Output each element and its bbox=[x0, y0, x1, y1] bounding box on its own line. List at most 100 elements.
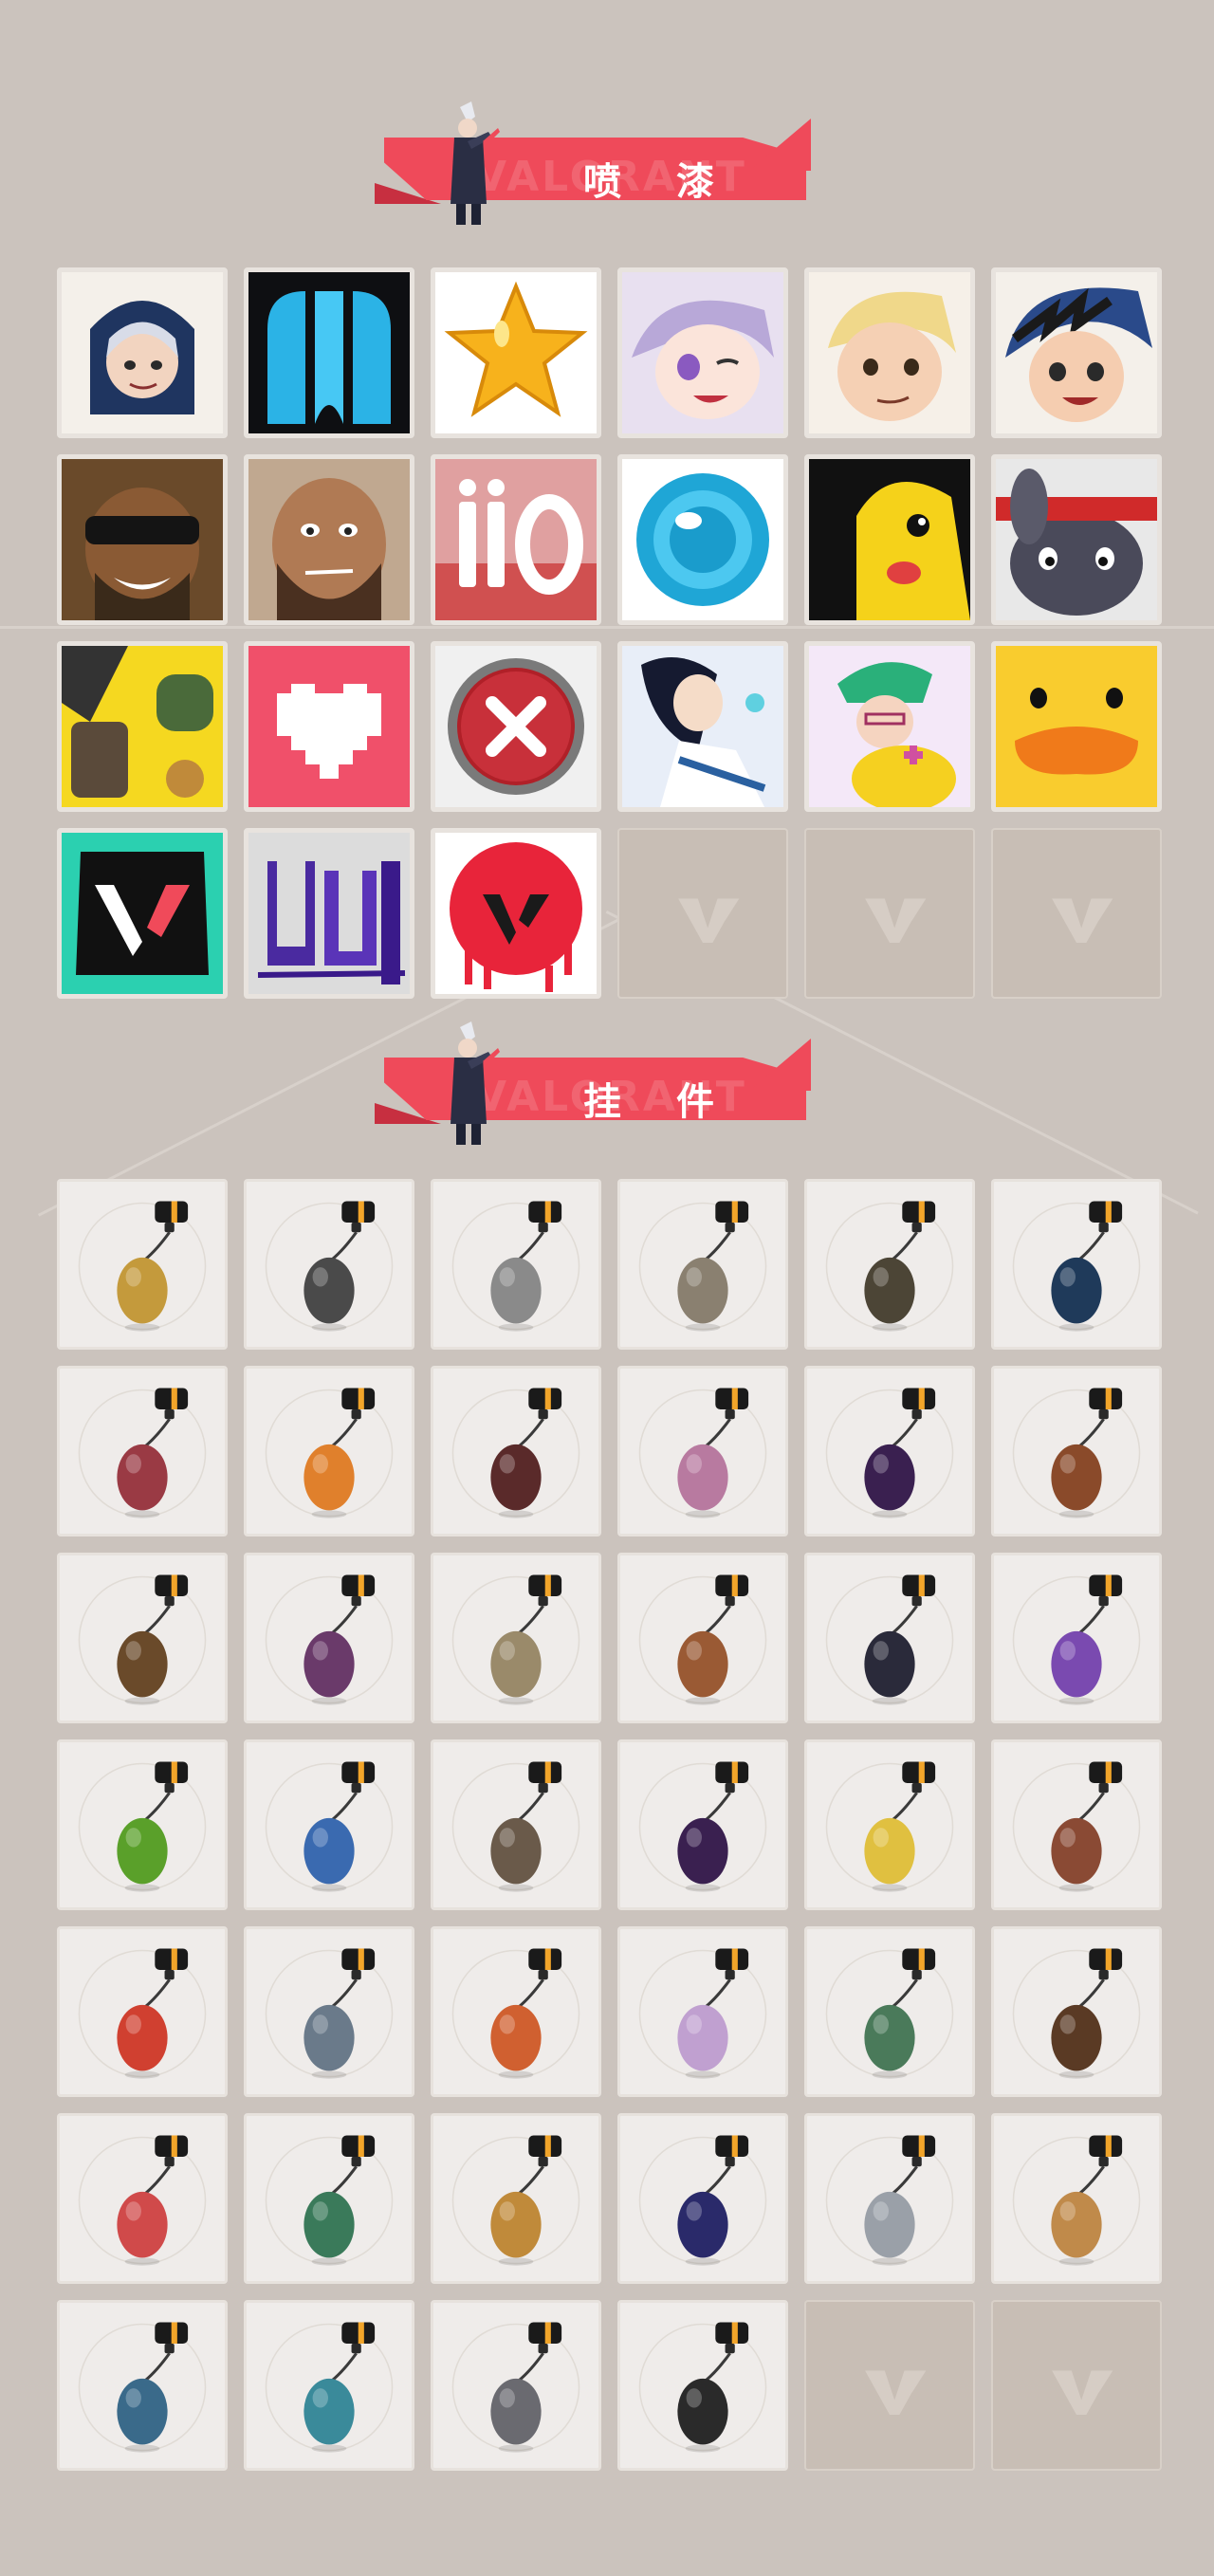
blonde-boy-spray-icon bbox=[809, 272, 970, 433]
spray-tile[interactable] bbox=[57, 641, 228, 812]
dark-pouch-buddy-icon bbox=[825, 1201, 954, 1332]
buddy-tile[interactable] bbox=[431, 1366, 601, 1536]
buddy-tile[interactable] bbox=[617, 1739, 788, 1910]
spray-tile[interactable] bbox=[57, 267, 228, 438]
valorant-v-graffiti-spray-icon bbox=[62, 833, 223, 994]
spray-tile[interactable] bbox=[991, 641, 1162, 812]
empty-slot bbox=[991, 2300, 1162, 2471]
buddy-tile[interactable] bbox=[244, 1553, 414, 1723]
buddy-tile[interactable] bbox=[57, 1366, 228, 1536]
buddy-tile[interactable] bbox=[617, 2300, 788, 2471]
buddy-tile[interactable] bbox=[57, 2300, 228, 2471]
spray-tile[interactable] bbox=[431, 828, 601, 999]
buddy-tile[interactable] bbox=[991, 1553, 1162, 1723]
buddy-tile[interactable] bbox=[244, 2113, 414, 2284]
buddy-tile[interactable] bbox=[57, 1926, 228, 2097]
spray-tile[interactable] bbox=[431, 641, 601, 812]
empty-slot bbox=[804, 2300, 975, 2471]
spray-tile[interactable] bbox=[57, 454, 228, 625]
empty-slot bbox=[617, 828, 788, 999]
buddy-tile[interactable] bbox=[431, 1179, 601, 1350]
buddy-tile[interactable] bbox=[804, 1366, 975, 1536]
empty-slot-icon bbox=[865, 898, 927, 944]
buddy-tile[interactable] bbox=[431, 1739, 601, 1910]
buddy-tile[interactable] bbox=[244, 1179, 414, 1350]
purple-graffiti-spray-icon bbox=[248, 833, 410, 994]
toaster-buddy-icon bbox=[451, 1201, 580, 1332]
orange-radio-buddy-icon bbox=[451, 1761, 580, 1892]
section-header-buddies: VALORANT 挂 件 bbox=[375, 1020, 820, 1148]
buddy-tile[interactable] bbox=[991, 1366, 1162, 1536]
buddy-tile[interactable] bbox=[804, 2113, 975, 2284]
buddy-tile[interactable] bbox=[431, 1926, 601, 2097]
robot-drone-buddy-icon bbox=[265, 1201, 394, 1332]
buddy-tile[interactable] bbox=[617, 1553, 788, 1723]
pixel-heart-spray-icon bbox=[248, 646, 410, 807]
buddy-tile[interactable] bbox=[804, 1553, 975, 1723]
agent-figure-buddy-icon bbox=[265, 1574, 394, 1705]
braided-cord-buddy-icon bbox=[451, 1388, 580, 1518]
guitar-pick-buddy-icon bbox=[265, 1388, 394, 1518]
spray-tile[interactable] bbox=[617, 454, 788, 625]
yellow-duck-spray-icon bbox=[996, 646, 1157, 807]
ep9-medallion-buddy-icon bbox=[638, 2135, 767, 2266]
buddy-tile[interactable] bbox=[617, 1926, 788, 2097]
red-v-drip-spray-icon bbox=[435, 833, 597, 994]
ice-cream-bar-buddy-icon bbox=[1012, 1761, 1141, 1892]
buddy-tile[interactable] bbox=[57, 1179, 228, 1350]
blue-drip-logo-spray-icon bbox=[248, 272, 410, 433]
spray-tile[interactable] bbox=[244, 828, 414, 999]
dark-hair-agent-spray-icon bbox=[622, 646, 783, 807]
buddy-tile[interactable] bbox=[617, 1179, 788, 1350]
honey-pot-buddy-icon bbox=[451, 2135, 580, 2266]
buddy-tile[interactable] bbox=[57, 1739, 228, 1910]
buddy-tile[interactable] bbox=[804, 1739, 975, 1910]
empty-slot bbox=[804, 828, 975, 999]
spray-tile[interactable] bbox=[617, 267, 788, 438]
hat-creature-buddy-icon bbox=[825, 1574, 954, 1705]
buddy-tile[interactable] bbox=[617, 1366, 788, 1536]
buddy-grid bbox=[57, 1179, 1162, 2471]
spray-tile[interactable] bbox=[804, 454, 975, 625]
buddy-tile[interactable] bbox=[804, 1179, 975, 1350]
buddy-tile[interactable] bbox=[991, 2113, 1162, 2284]
buddy-tile[interactable] bbox=[991, 1739, 1162, 1910]
buddy-tile[interactable] bbox=[244, 1366, 414, 1536]
buddy-tile[interactable] bbox=[431, 2300, 601, 2471]
spray-tile[interactable] bbox=[244, 454, 414, 625]
section-title: 挂 件 bbox=[583, 1080, 735, 1124]
lava-lamp-buddy-icon bbox=[1012, 1574, 1141, 1705]
buddy-tile[interactable] bbox=[57, 1553, 228, 1723]
chili-skewer-buddy-icon bbox=[78, 1948, 207, 2079]
spray-tile[interactable] bbox=[431, 454, 601, 625]
buddy-tile[interactable] bbox=[804, 1926, 975, 2097]
spray-tile[interactable] bbox=[804, 641, 975, 812]
spray-tile[interactable] bbox=[991, 454, 1162, 625]
sunglasses-man-spray-icon bbox=[62, 459, 223, 620]
gray-cat-head-buddy-icon bbox=[451, 2322, 580, 2453]
spray-tile[interactable] bbox=[617, 641, 788, 812]
green-robot-buddy-icon bbox=[825, 1948, 954, 2079]
buddy-tile[interactable] bbox=[244, 1926, 414, 2097]
buddy-tile[interactable] bbox=[991, 1179, 1162, 1350]
spray-tile[interactable] bbox=[244, 267, 414, 438]
banana-buddy-icon bbox=[825, 1761, 954, 1892]
buddy-tile[interactable] bbox=[244, 2300, 414, 2471]
buddy-tile[interactable] bbox=[244, 1739, 414, 1910]
buddy-tile[interactable] bbox=[57, 2113, 228, 2284]
hot-air-balloon-buddy-icon bbox=[451, 1948, 580, 2079]
buddy-tile[interactable] bbox=[431, 1553, 601, 1723]
spray-tile[interactable] bbox=[244, 641, 414, 812]
green-pager-buddy-icon bbox=[78, 1761, 207, 1892]
spray-tile[interactable] bbox=[804, 267, 975, 438]
ufo-buddy-icon bbox=[265, 2322, 394, 2453]
spray-tile[interactable] bbox=[991, 267, 1162, 438]
spray-tile[interactable] bbox=[431, 267, 601, 438]
buddy-tile[interactable] bbox=[617, 2113, 788, 2284]
spray-tile[interactable] bbox=[57, 828, 228, 999]
cardboard-box-buddy-icon bbox=[638, 1574, 767, 1705]
gray-bunny-spray-icon bbox=[996, 459, 1157, 620]
buddy-tile[interactable] bbox=[431, 2113, 601, 2284]
empty-slot-icon bbox=[865, 2370, 927, 2416]
buddy-tile[interactable] bbox=[991, 1926, 1162, 2097]
